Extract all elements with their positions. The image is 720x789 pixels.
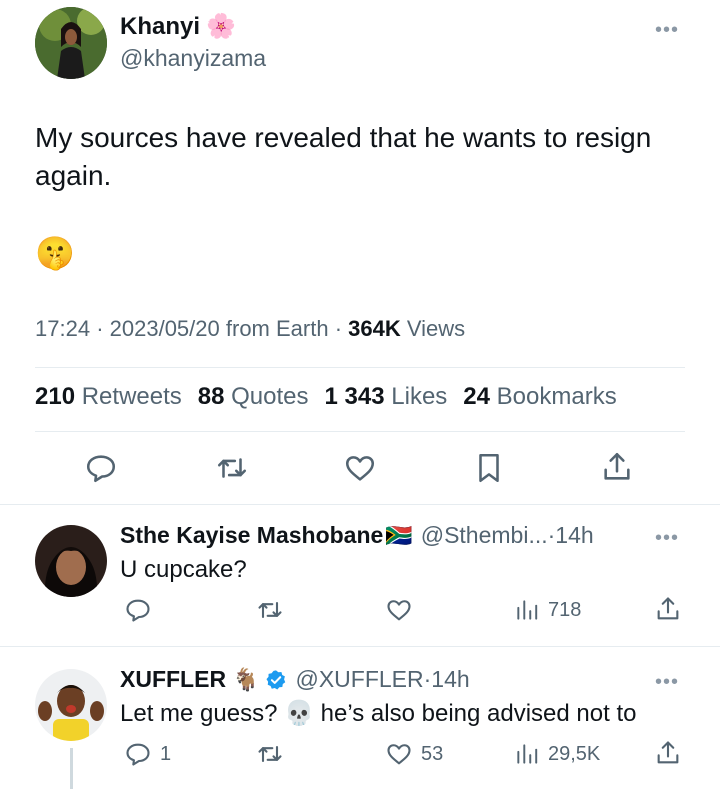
reply-avatar[interactable] xyxy=(35,525,107,597)
retweet-icon[interactable] xyxy=(215,451,249,485)
skull-emoji: 💀 xyxy=(284,700,314,727)
tweet-source: from Earth xyxy=(225,316,329,341)
tweet-text: My sources have revealed that he wants t… xyxy=(35,122,652,191)
like-icon[interactable] xyxy=(343,451,377,485)
tweet-time[interactable]: 17:24 xyxy=(35,316,90,341)
views-chart-icon xyxy=(514,596,540,624)
reply-avatar[interactable] xyxy=(35,669,107,741)
engagement-stats: 210 Retweets 88 Quotes 1 343 Likes 24 Bo… xyxy=(35,383,617,411)
like-action[interactable]: 53 xyxy=(385,740,443,768)
reply-text: Let me guess? 💀 he’s also being advised … xyxy=(120,700,637,727)
reply-text: U cupcake? xyxy=(120,556,247,583)
reply-handle[interactable]: @Sthembi... xyxy=(421,522,548,549)
verified-badge-icon xyxy=(265,669,287,691)
like-icon xyxy=(385,740,413,768)
retweets-stat[interactable]: 210 Retweets xyxy=(35,383,182,411)
retweet-icon[interactable] xyxy=(256,740,284,768)
views-action[interactable]: 718 xyxy=(514,596,581,624)
views-count: 29,5K xyxy=(548,742,601,765)
tweet-meta: 17:24 · 2023/05/20 from Earth · 364K Vie… xyxy=(35,316,466,341)
share-icon[interactable] xyxy=(654,595,682,623)
reply-time[interactable]: 14h xyxy=(555,522,593,549)
goat-emoji: 🐐 xyxy=(232,666,260,692)
views-chart-icon xyxy=(514,740,540,768)
reply-icon[interactable] xyxy=(84,451,118,485)
views-count[interactable]: 364K xyxy=(348,316,401,341)
reply-count: 1 xyxy=(160,742,172,765)
thread-line xyxy=(70,748,73,789)
reply-author-name[interactable]: XUFFLER xyxy=(120,666,226,693)
more-options-icon[interactable]: ••• xyxy=(655,20,679,40)
reply-time[interactable]: 14h xyxy=(431,666,469,693)
like-icon[interactable] xyxy=(385,596,413,624)
views-label: Views xyxy=(406,316,466,341)
south-africa-flag-icon: 🇿🇦 xyxy=(385,522,413,548)
reply-handle[interactable]: @XUFFLER xyxy=(295,666,423,693)
like-count: 53 xyxy=(421,742,444,765)
tweet-date[interactable]: 2023/05/20 xyxy=(110,316,220,341)
author-handle[interactable]: @khanyizama xyxy=(120,45,266,72)
bookmark-icon[interactable] xyxy=(472,451,506,485)
views-count: 718 xyxy=(548,598,582,621)
author-name[interactable]: Khanyi xyxy=(120,13,200,41)
reply-icon xyxy=(124,740,152,768)
bookmarks-stat[interactable]: 24 Bookmarks xyxy=(463,383,616,411)
more-options-icon[interactable]: ••• xyxy=(655,672,679,692)
views-action[interactable]: 29,5K xyxy=(514,740,600,768)
reply-action[interactable]: 1 xyxy=(124,740,171,768)
reply-author-name[interactable]: Sthe Kayise Mashobane xyxy=(120,522,383,549)
reply-icon[interactable] xyxy=(124,596,152,624)
quotes-stat[interactable]: 88 Quotes xyxy=(198,383,309,411)
share-icon[interactable] xyxy=(654,739,682,767)
likes-stat[interactable]: 1 343 Likes xyxy=(325,383,448,411)
flower-emoji: 🌸 xyxy=(206,13,236,40)
more-options-icon[interactable]: ••• xyxy=(655,528,679,548)
author-avatar[interactable] xyxy=(35,7,107,79)
shush-emoji: 🤫 xyxy=(35,235,75,271)
retweet-icon[interactable] xyxy=(256,596,284,624)
share-icon[interactable] xyxy=(600,450,634,484)
